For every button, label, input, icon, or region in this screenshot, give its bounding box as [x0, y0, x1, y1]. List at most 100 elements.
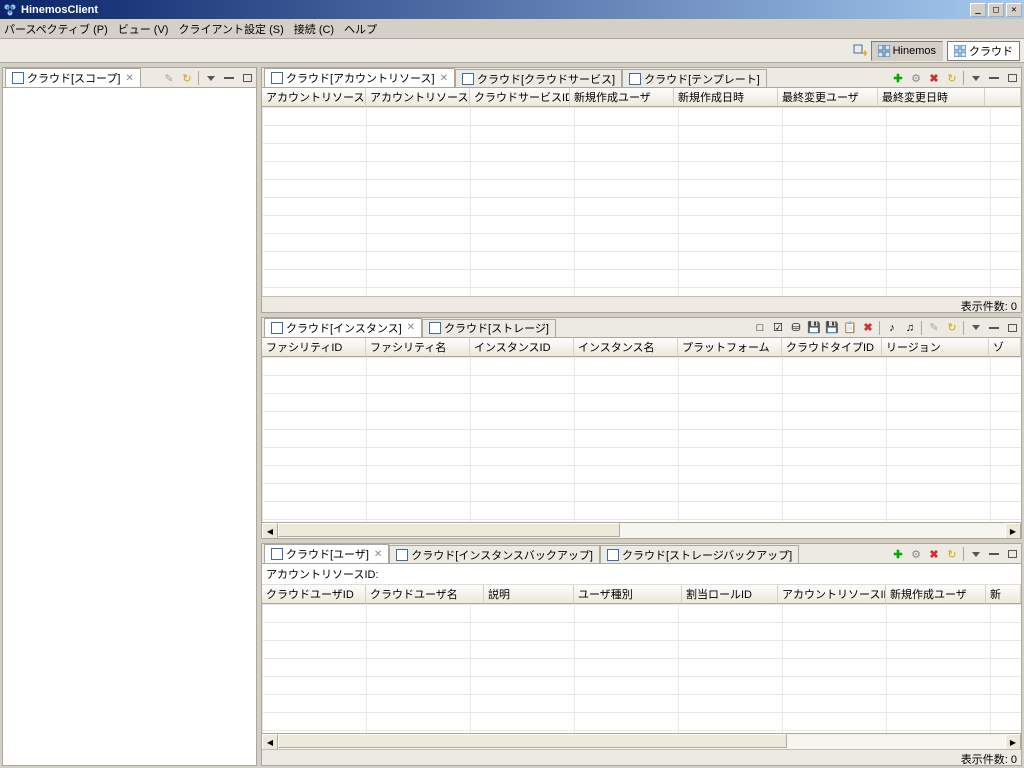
- refresh-icon[interactable]: ↻: [945, 321, 959, 335]
- horizontal-scrollbar[interactable]: ◀ ▶: [262, 733, 1021, 749]
- col-cloud-user-name[interactable]: クラウドユーザ名: [366, 585, 484, 604]
- view-menu-icon[interactable]: [204, 71, 218, 85]
- menu-client-settings[interactable]: クライアント設定 (S): [178, 21, 283, 37]
- view-icon: [271, 548, 283, 560]
- menu-view[interactable]: ビュー (V): [118, 21, 169, 37]
- tab-account-resource[interactable]: クラウド[アカウントリソース]✕: [264, 68, 455, 87]
- table-header: アカウントリソースID アカウントリソース名 クラウドサービスID 新規作成ユー…: [262, 88, 1021, 107]
- tab-template[interactable]: クラウド[テンプレート]: [622, 69, 767, 87]
- view-menu-icon[interactable]: [969, 321, 983, 335]
- scroll-right-button[interactable]: ▶: [1005, 734, 1021, 750]
- col-update-user[interactable]: 最終変更ユーザ: [778, 88, 878, 107]
- persp-tab-hinemos[interactable]: Hinemos: [871, 41, 943, 61]
- note1-icon[interactable]: ♪: [885, 321, 899, 335]
- disk1-icon[interactable]: 💾: [807, 321, 821, 335]
- maximize-view-icon[interactable]: [1005, 71, 1019, 85]
- close-icon[interactable]: ✕: [374, 549, 382, 560]
- tab-storage-backup[interactable]: クラウド[ストレージバックアップ]: [600, 545, 799, 563]
- col-platform[interactable]: プラットフォーム: [678, 338, 782, 357]
- edit-icon[interactable]: ✎: [162, 71, 176, 85]
- table-body[interactable]: [262, 107, 1021, 296]
- minimize-view-icon[interactable]: [222, 71, 236, 85]
- tab-label: クラウド[スコープ]: [27, 70, 120, 86]
- maximize-view-icon[interactable]: [240, 71, 254, 85]
- clipboard-icon[interactable]: 📋: [843, 321, 857, 335]
- open-perspective-icon[interactable]: +: [853, 44, 867, 58]
- minimize-view-icon[interactable]: [987, 321, 1001, 335]
- tab-cloud-user[interactable]: クラウド[ユーザ]✕: [264, 544, 389, 563]
- titlebar: HinemosClient _ □ ✕: [0, 0, 1024, 19]
- col-role-id[interactable]: 割当ロールID: [682, 585, 778, 604]
- maximize-view-icon[interactable]: [1005, 547, 1019, 561]
- close-icon[interactable]: ✕: [125, 73, 133, 84]
- scroll-left-button[interactable]: ◀: [262, 734, 278, 750]
- view-icon: [12, 72, 24, 84]
- note2-icon[interactable]: ♫: [903, 321, 917, 335]
- col-create-user[interactable]: 新規作成ユーザ: [570, 88, 674, 107]
- maximize-button[interactable]: □: [988, 3, 1004, 17]
- db-icon[interactable]: ⛁: [789, 321, 803, 335]
- panel-instance: クラウド[インスタンス]✕ クラウド[ストレージ] □ ☑ ⛁ 💾 💾 📋 ✖ …: [261, 317, 1022, 540]
- close-button[interactable]: ✕: [1006, 3, 1022, 17]
- col-facility-name[interactable]: ファシリティ名: [366, 338, 470, 357]
- maximize-view-icon[interactable]: [1005, 321, 1019, 335]
- tab-instance[interactable]: クラウド[インスタンス]✕: [264, 318, 422, 337]
- minimize-view-icon[interactable]: [987, 71, 1001, 85]
- gear-icon[interactable]: ⚙: [909, 71, 923, 85]
- close-icon[interactable]: ✕: [440, 73, 448, 84]
- minimize-button[interactable]: _: [970, 3, 986, 17]
- scroll-left-button[interactable]: ◀: [262, 523, 278, 539]
- col-update-date[interactable]: 最終変更日時: [878, 88, 985, 107]
- tab-cloud-service[interactable]: クラウド[クラウドサービス]: [455, 69, 622, 87]
- close-icon[interactable]: ✕: [407, 322, 415, 333]
- col-region[interactable]: リージョン: [882, 338, 989, 357]
- refresh-icon[interactable]: ↻: [945, 71, 959, 85]
- view-icon: [396, 549, 408, 561]
- col-create-date[interactable]: 新規作成日時: [674, 88, 778, 107]
- edit-icon[interactable]: ✎: [927, 321, 941, 335]
- col-create-user[interactable]: 新規作成ユーザ: [886, 585, 986, 604]
- col-instance-name[interactable]: インスタンス名: [574, 338, 678, 357]
- delete-icon[interactable]: ✖: [861, 321, 875, 335]
- table-body[interactable]: [262, 604, 1021, 733]
- col-facility-id[interactable]: ファシリティID: [262, 338, 366, 357]
- separator: [963, 547, 965, 561]
- refresh-icon[interactable]: ↻: [945, 547, 959, 561]
- view-menu-icon[interactable]: [969, 71, 983, 85]
- col-zone[interactable]: ゾ: [989, 338, 1021, 357]
- disk2-icon[interactable]: 💾: [825, 321, 839, 335]
- col-instance-id[interactable]: インスタンスID: [470, 338, 574, 357]
- table-body[interactable]: [262, 357, 1021, 523]
- tab-instance-backup[interactable]: クラウド[インスタンスバックアップ]: [389, 545, 600, 563]
- check-icon[interactable]: ☑: [771, 321, 785, 335]
- tab-storage[interactable]: クラウド[ストレージ]: [422, 319, 556, 337]
- minimize-view-icon[interactable]: [987, 547, 1001, 561]
- scroll-right-button[interactable]: ▶: [1005, 523, 1021, 539]
- menu-help[interactable]: ヘルプ: [344, 21, 377, 37]
- col-account-resource-id[interactable]: アカウントリソースID: [262, 88, 366, 107]
- col-account-resource-name[interactable]: アカウントリソース名: [366, 88, 470, 107]
- view-menu-icon[interactable]: [969, 547, 983, 561]
- menu-perspective[interactable]: パースペクティブ (P): [4, 21, 108, 37]
- col-description[interactable]: 説明: [484, 585, 574, 604]
- tab-cloud-scope[interactable]: クラウド[スコープ] ✕: [5, 68, 141, 87]
- delete-icon[interactable]: ✖: [927, 71, 941, 85]
- col-new[interactable]: 新: [986, 585, 1021, 604]
- col-account-resource-id[interactable]: アカウントリソースID: [778, 585, 886, 604]
- add-icon[interactable]: ✚: [891, 547, 905, 561]
- status-count: 表示件数: 0: [262, 296, 1021, 312]
- gear-icon[interactable]: ⚙: [909, 547, 923, 561]
- persp-tab-cloud[interactable]: クラウド: [947, 41, 1020, 61]
- left-pane: クラウド[スコープ] ✕ ✎ ↻: [2, 67, 257, 766]
- refresh-icon[interactable]: ↻: [180, 71, 194, 85]
- col-user-type[interactable]: ユーザ種別: [574, 585, 682, 604]
- menubar: パースペクティブ (P) ビュー (V) クライアント設定 (S) 接続 (C)…: [0, 19, 1024, 39]
- col-cloud-service-id[interactable]: クラウドサービスID: [470, 88, 570, 107]
- add-icon[interactable]: ✚: [891, 71, 905, 85]
- col-cloud-user-id[interactable]: クラウドユーザID: [262, 585, 366, 604]
- square-icon[interactable]: □: [753, 321, 767, 335]
- menu-connect[interactable]: 接続 (C): [294, 21, 334, 37]
- delete-icon[interactable]: ✖: [927, 547, 941, 561]
- horizontal-scrollbar[interactable]: ◀ ▶: [262, 522, 1021, 538]
- col-cloud-type-id[interactable]: クラウドタイプID: [782, 338, 882, 357]
